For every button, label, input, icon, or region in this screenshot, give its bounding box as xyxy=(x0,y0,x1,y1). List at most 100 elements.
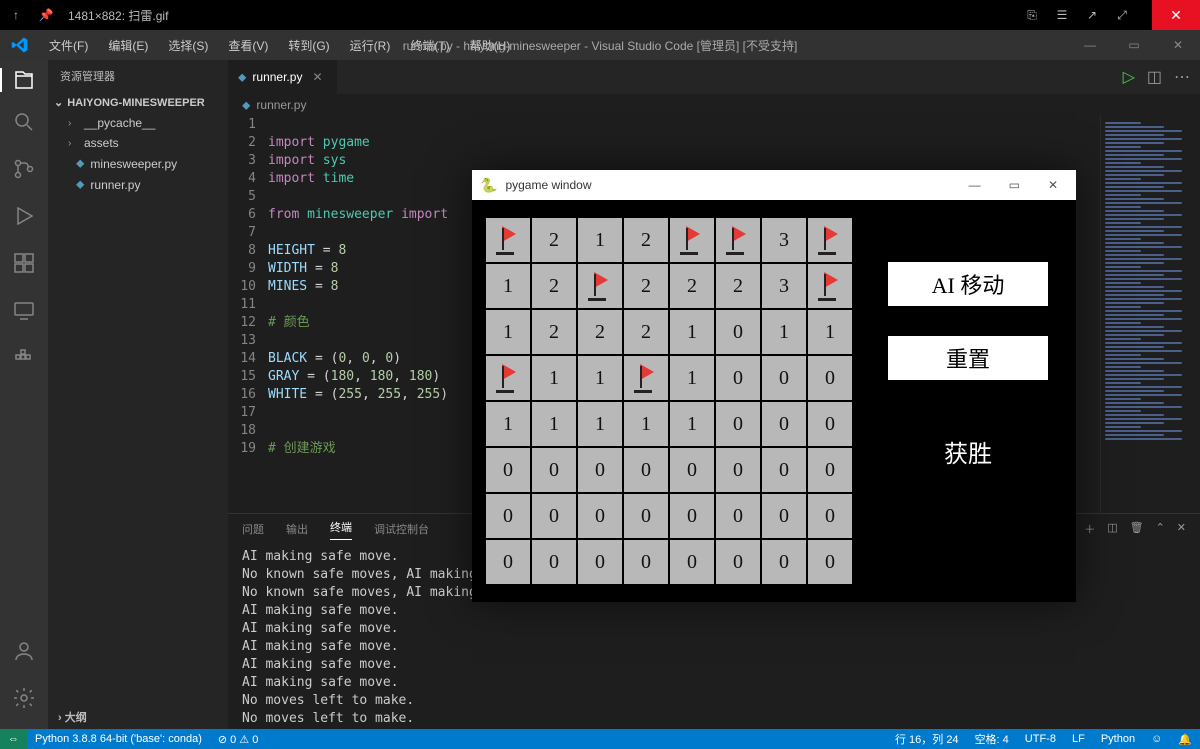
panel-maximize-icon[interactable]: ⌃ xyxy=(1156,521,1165,537)
board-cell[interactable]: 2 xyxy=(670,264,714,308)
board-cell[interactable]: 3 xyxy=(762,218,806,262)
board-cell[interactable]: 0 xyxy=(716,540,760,584)
board-cell[interactable]: 1 xyxy=(808,310,852,354)
panel-tab[interactable]: 问题 xyxy=(242,521,264,537)
panel-tab[interactable]: 输出 xyxy=(286,521,308,537)
board-cell[interactable]: 0 xyxy=(762,494,806,538)
board-cell[interactable]: 1 xyxy=(670,356,714,400)
language-mode[interactable]: Python xyxy=(1093,733,1143,745)
explorer-icon[interactable] xyxy=(0,68,48,92)
board-cell[interactable]: 0 xyxy=(578,494,622,538)
board-cell[interactable]: 0 xyxy=(486,494,530,538)
board-cell[interactable] xyxy=(716,218,760,262)
board-cell[interactable]: 1 xyxy=(486,310,530,354)
pygame-close-button[interactable]: ✕ xyxy=(1038,178,1068,192)
menu-item[interactable]: 选择(S) xyxy=(159,33,217,58)
remote-explorer-icon[interactable] xyxy=(12,298,36,327)
board-cell[interactable]: 2 xyxy=(532,264,576,308)
board-cell[interactable]: 0 xyxy=(808,356,852,400)
breadcrumb[interactable]: ⬥ runner.py xyxy=(228,94,1200,116)
file-item[interactable]: ⬥runner.py xyxy=(48,174,228,195)
imageviewer-close-button[interactable]: ✕ xyxy=(1152,0,1200,30)
board-cell[interactable]: 0 xyxy=(762,356,806,400)
board-cell[interactable]: 2 xyxy=(624,218,668,262)
run-file-icon[interactable]: ▷ xyxy=(1123,67,1135,87)
board-cell[interactable]: 3 xyxy=(762,264,806,308)
board-cell[interactable]: 1 xyxy=(486,402,530,446)
board-cell[interactable]: 0 xyxy=(716,448,760,492)
workspace-folder[interactable]: ⌄HAIYONG-MINESWEEPER xyxy=(48,92,228,113)
pin-icon[interactable]: 📌 xyxy=(38,7,54,23)
menu-item[interactable]: 运行(R) xyxy=(341,33,400,58)
board-cell[interactable]: 0 xyxy=(670,540,714,584)
board-cell[interactable] xyxy=(670,218,714,262)
board-cell[interactable]: 2 xyxy=(716,264,760,308)
board-cell[interactable]: 1 xyxy=(532,356,576,400)
encoding-status[interactable]: UTF-8 xyxy=(1017,733,1064,745)
board-cell[interactable]: 0 xyxy=(624,540,668,584)
minimap[interactable] xyxy=(1100,116,1200,513)
board-cell[interactable] xyxy=(486,218,530,262)
copy-icon[interactable]: ⎘ xyxy=(1024,7,1040,23)
list-icon[interactable]: ☰ xyxy=(1054,7,1070,23)
board-cell[interactable]: 0 xyxy=(716,310,760,354)
upload-icon[interactable]: ↑ xyxy=(8,7,24,23)
board-cell[interactable]: 2 xyxy=(532,218,576,262)
new-terminal-icon[interactable]: ＋ xyxy=(1084,521,1095,537)
board-cell[interactable]: 0 xyxy=(624,494,668,538)
run-debug-icon[interactable] xyxy=(12,204,36,233)
board-cell[interactable]: 2 xyxy=(624,264,668,308)
board-cell[interactable] xyxy=(808,218,852,262)
board-cell[interactable]: 1 xyxy=(532,402,576,446)
window-close-button[interactable]: ✕ xyxy=(1156,30,1200,60)
share-icon[interactable]: ↗ xyxy=(1084,7,1100,23)
board-cell[interactable]: 1 xyxy=(624,402,668,446)
board-cell[interactable]: 0 xyxy=(486,448,530,492)
board-cell[interactable]: 0 xyxy=(762,402,806,446)
board-cell[interactable]: 1 xyxy=(762,310,806,354)
board-cell[interactable]: 0 xyxy=(532,448,576,492)
window-minimize-button[interactable]: — xyxy=(1068,30,1112,60)
eol-status[interactable]: LF xyxy=(1064,733,1093,745)
notifications-icon[interactable]: 🔔 xyxy=(1170,733,1200,746)
board-cell[interactable]: 0 xyxy=(762,448,806,492)
board-cell[interactable]: 1 xyxy=(578,402,622,446)
split-terminal-icon[interactable]: ◫ xyxy=(1107,521,1117,537)
board-cell[interactable] xyxy=(578,264,622,308)
board-cell[interactable] xyxy=(808,264,852,308)
folder-item[interactable]: ›__pycache__ xyxy=(48,113,228,133)
pygame-minimize-button[interactable]: — xyxy=(959,178,991,192)
board-cell[interactable]: 1 xyxy=(486,264,530,308)
minesweeper-board[interactable]: 2123122223122210111110001111100000000000… xyxy=(486,218,852,584)
board-cell[interactable]: 0 xyxy=(670,448,714,492)
board-cell[interactable]: 1 xyxy=(670,310,714,354)
menu-item[interactable]: 文件(F) xyxy=(40,33,97,58)
board-cell[interactable]: 0 xyxy=(808,448,852,492)
split-editor-icon[interactable]: ◫ xyxy=(1147,67,1162,87)
board-cell[interactable]: 0 xyxy=(670,494,714,538)
settings-gear-icon[interactable] xyxy=(12,686,36,715)
outline-section[interactable]: › 大纲 xyxy=(48,705,228,729)
folder-item[interactable]: ›assets xyxy=(48,133,228,153)
board-cell[interactable]: 1 xyxy=(578,356,622,400)
fullscreen-icon[interactable]: ⤢ xyxy=(1114,7,1130,23)
pygame-maximize-button[interactable]: ▭ xyxy=(999,178,1030,192)
tab-more-icon[interactable]: ⋯ xyxy=(1174,67,1190,87)
ai-move-button[interactable]: AI 移动 xyxy=(888,262,1048,306)
board-cell[interactable]: 1 xyxy=(578,218,622,262)
board-cell[interactable]: 2 xyxy=(578,310,622,354)
reset-button[interactable]: 重置 xyxy=(888,336,1048,380)
cursor-position[interactable]: 行 16，列 24 xyxy=(887,731,967,747)
board-cell[interactable]: 0 xyxy=(624,448,668,492)
board-cell[interactable]: 0 xyxy=(716,402,760,446)
board-cell[interactable]: 0 xyxy=(762,540,806,584)
tab-close-icon[interactable]: ✕ xyxy=(308,70,326,84)
file-item[interactable]: ⬥minesweeper.py xyxy=(48,153,228,174)
tab-runner-py[interactable]: ⬥ runner.py ✕ xyxy=(228,60,337,94)
panel-tab[interactable]: 调试控制台 xyxy=(374,521,429,537)
remote-indicator[interactable]: ⇔ xyxy=(0,729,27,749)
feedback-icon[interactable]: ☺ xyxy=(1143,733,1170,745)
board-cell[interactable]: 0 xyxy=(716,494,760,538)
board-cell[interactable]: 0 xyxy=(532,494,576,538)
board-cell[interactable]: 2 xyxy=(624,310,668,354)
